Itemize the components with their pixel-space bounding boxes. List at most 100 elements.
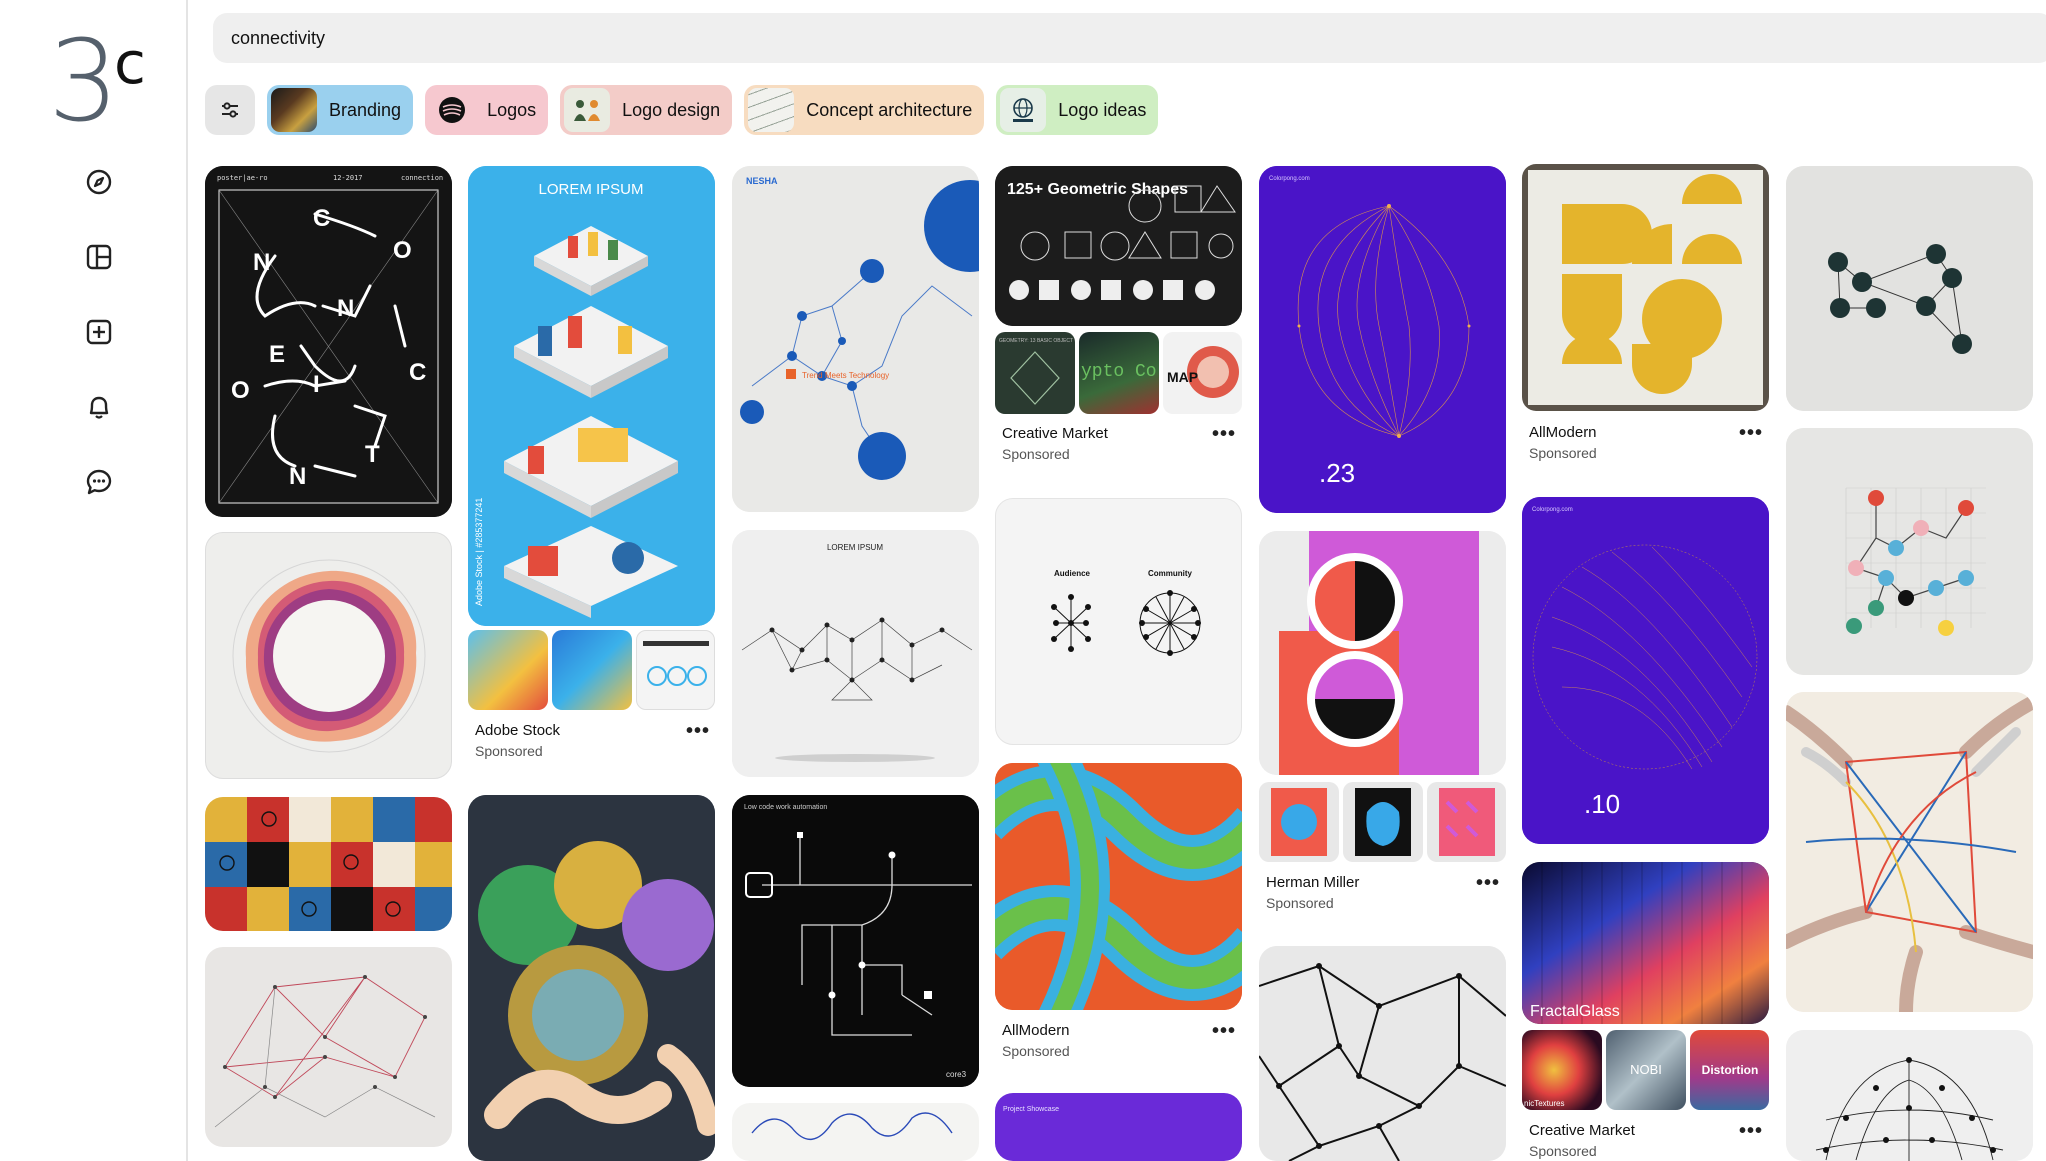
pin-low-code-automation[interactable]: Low code work automation core3: [732, 795, 979, 1087]
poster-head-mid: 12-2017: [333, 174, 363, 182]
nesha-brand: NESHA: [746, 176, 778, 186]
pin-bw-network[interactable]: [1259, 946, 1506, 1161]
pin-isometric-thumb-2[interactable]: [552, 630, 632, 710]
pin-isometric-thumb-3[interactable]: [636, 630, 715, 710]
pin-source: Adobe Stock: [475, 722, 561, 739]
pin-isometric-thumb-1[interactable]: [468, 630, 548, 710]
notifications-icon[interactable]: [78, 386, 120, 428]
pin-sponsored: Sponsored: [1529, 1143, 1597, 1159]
pin-geometric-thumb-1[interactable]: GEOMETRY: 13 BASIC OBJECT: [995, 332, 1075, 414]
search-input[interactable]: [213, 13, 2046, 63]
pin-string-art[interactable]: [205, 947, 452, 1147]
pin-gear-spheres[interactable]: [468, 795, 715, 1161]
pin-meta-allmodern-2: AllModern Sponsored: [1529, 424, 1597, 461]
chip-branding[interactable]: Branding: [267, 85, 414, 135]
explore-icon[interactable]: [78, 161, 120, 203]
pin-connection-poster[interactable]: poster|ae-ro 12-2017 connection C O N N …: [205, 166, 452, 517]
pin-purple-sphere-10[interactable]: Colorpong.com .10: [1522, 497, 1769, 844]
pin-dark-dots-network[interactable]: [1786, 166, 2033, 411]
pin-colored-dots-grid[interactable]: [1786, 428, 2033, 675]
sidebar: 3 c: [0, 0, 188, 1161]
pin-fractal-thumb-1[interactable]: nicTextures: [1522, 1030, 1602, 1110]
pin-bauhaus-circles[interactable]: [1259, 531, 1506, 775]
pin-wavy-stripes[interactable]: [995, 763, 1242, 1010]
pin-meta-creative-market-2: Creative Market Sponsored: [1529, 1122, 1635, 1159]
pin-puzzle[interactable]: [205, 797, 452, 931]
lowcode-caption: Low code work automation: [744, 804, 827, 811]
letter-i: I: [313, 371, 320, 398]
messages-icon[interactable]: [78, 461, 120, 503]
pin-meta-creative-market: Creative Market Sponsored: [1002, 425, 1108, 462]
chip-label: Branding: [329, 99, 402, 120]
pin-sponsored: Sponsored: [475, 743, 543, 759]
logo-sup: c: [114, 29, 146, 97]
pin-fractal-thumb-2[interactable]: NOBI: [1606, 1030, 1686, 1110]
pin-project-showcase[interactable]: Project Showcase: [995, 1093, 1242, 1161]
more-options-button[interactable]: •••: [1212, 1020, 1236, 1043]
pin-isometric-library[interactable]: LOREM IPSUM Adobe Stock | #285377241: [468, 166, 715, 626]
more-options-button[interactable]: •••: [1476, 872, 1500, 895]
chip-label: Logo ideas: [1058, 99, 1147, 120]
pin-sponsored: Sponsored: [1266, 895, 1334, 911]
chip-thumbnail: [1000, 88, 1047, 132]
pin-meta-adobe: Adobe Stock Sponsored: [475, 722, 560, 759]
pin-purple-sphere-23[interactable]: Colorpong.com .23: [1259, 166, 1506, 513]
nesha-caption: Trend Meets Technology: [802, 371, 889, 380]
pin-geometric-thumb-2[interactable]: ypto Co: [1079, 332, 1159, 414]
letter-c: C: [313, 205, 330, 232]
chip-concept-architecture[interactable]: Concept architecture: [744, 85, 985, 135]
pin-geometric-shapes[interactable]: 125+ Geometric Shapes: [995, 166, 1242, 326]
core-label: core3: [946, 1070, 967, 1079]
letter-e: E: [269, 341, 285, 368]
audience-label: Audience: [1054, 569, 1091, 578]
pin-fractal-thumb-3[interactable]: Distortion: [1690, 1030, 1769, 1110]
filter-button[interactable]: [205, 85, 255, 135]
letter-n: N: [253, 249, 270, 276]
chip-logos[interactable]: Logos: [425, 85, 549, 135]
pin-line-drawing[interactable]: [732, 1103, 979, 1161]
distortion-text: Distortion: [1702, 1063, 1759, 1077]
chip-logo-ideas[interactable]: Logo ideas: [996, 85, 1159, 135]
pin-sponsored: Sponsored: [1002, 1043, 1070, 1059]
letter-o: O: [231, 377, 250, 404]
purple-brand: Colorpong.com: [1269, 176, 1310, 182]
letter-n: N: [337, 295, 354, 322]
pin-source: AllModern: [1529, 424, 1597, 441]
chip-thumbnail: [748, 88, 795, 132]
pin-meta-herman-miller: Herman Miller Sponsored: [1266, 874, 1359, 911]
pin-hands-strings[interactable]: [1786, 692, 2033, 1012]
map-text: MAP: [1167, 369, 1198, 385]
more-options-button[interactable]: •••: [1739, 1120, 1763, 1143]
pin-sphere-network[interactable]: [1786, 1030, 2033, 1161]
search-bar[interactable]: [213, 13, 2046, 63]
fractal-label: FractalGlass: [1530, 1003, 1620, 1020]
pin-handshake-network[interactable]: LOREM IPSUM: [732, 530, 979, 777]
letter-n: N: [289, 463, 306, 490]
pin-color-ring[interactable]: [205, 532, 452, 779]
pin-source: Creative Market: [1529, 1122, 1635, 1139]
pin-nesha-network[interactable]: NESHA Trend Meets Technology: [732, 166, 979, 512]
crypto-text: ypto Co: [1081, 362, 1157, 382]
related-searches: Branding Logos Logo design Concept archi…: [205, 85, 1159, 135]
pin-bauhaus-thumb-1[interactable]: [1259, 782, 1339, 862]
chip-logo-design[interactable]: Logo design: [560, 85, 733, 135]
pin-geometric-thumb-3[interactable]: MAP: [1163, 332, 1242, 414]
boards-icon[interactable]: [78, 236, 120, 278]
create-icon[interactable]: [78, 311, 120, 353]
pin-yellow-shapes[interactable]: [1522, 164, 1769, 411]
chip-label: Concept architecture: [806, 99, 973, 120]
pin-audience-community[interactable]: Audience Community: [995, 498, 1242, 745]
pin-bauhaus-thumb-2[interactable]: [1343, 782, 1423, 862]
pin-bauhaus-thumb-3[interactable]: [1427, 782, 1506, 862]
chip-thumbnail: [564, 88, 611, 132]
pin-sponsored: Sponsored: [1529, 445, 1597, 461]
more-options-button[interactable]: •••: [686, 720, 710, 743]
pin-source: Creative Market: [1002, 425, 1108, 442]
app-logo[interactable]: 3 c: [48, 26, 168, 148]
adobe-vertical: Adobe Stock | #285377241: [474, 498, 484, 606]
more-options-button[interactable]: •••: [1212, 423, 1236, 446]
logo-main: 3: [48, 17, 120, 147]
pin-fractal-glass[interactable]: FractalGlass: [1522, 862, 1769, 1024]
nobi-text: NOBI: [1630, 1062, 1662, 1077]
more-options-button[interactable]: •••: [1739, 422, 1763, 445]
